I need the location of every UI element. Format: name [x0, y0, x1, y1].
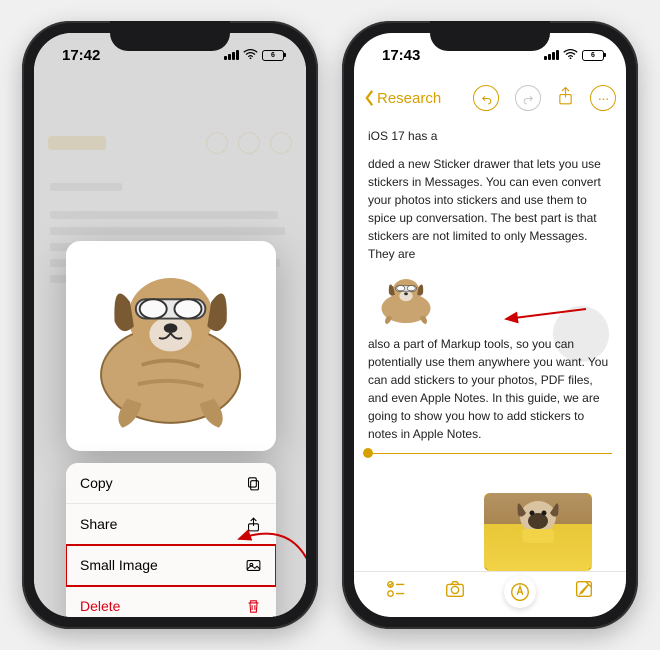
menu-label: Small Image [80, 557, 158, 573]
notch [430, 21, 550, 51]
menu-item-share[interactable]: Share [66, 504, 276, 545]
more-button[interactable]: ··· [590, 85, 616, 111]
battery-icon: 6 [262, 50, 284, 61]
nav-bar: Research ··· [354, 77, 626, 119]
note-line: iOS 17 has a [368, 127, 612, 145]
image-icon [244, 556, 262, 574]
text-cursor-line [368, 453, 612, 454]
cellular-icon [224, 50, 239, 60]
menu-label: Share [80, 516, 117, 532]
status-time: 17:42 [62, 47, 100, 64]
menu-item-delete[interactable]: Delete [66, 586, 276, 617]
menu-item-copy[interactable]: Copy [66, 463, 276, 504]
menu-item-small-image[interactable]: Small Image [66, 545, 276, 586]
status-indicators: 6 [224, 48, 284, 63]
back-button[interactable]: Research [364, 89, 441, 107]
phone-right: 17:43 6 Research [342, 21, 638, 629]
copy-icon [244, 474, 262, 492]
share-button[interactable] [557, 86, 574, 111]
note-content[interactable]: iOS 17 has a dded a new Sticker drawer t… [354, 119, 626, 571]
wifi-icon [243, 48, 258, 63]
menu-label: Delete [80, 598, 120, 614]
wifi-icon [563, 48, 578, 63]
status-time: 17:43 [382, 47, 420, 64]
battery-icon: 6 [582, 50, 604, 61]
menu-label: Copy [80, 475, 113, 491]
phone-left: 17:42 6 [22, 21, 318, 629]
redo-button[interactable] [515, 85, 541, 111]
screen-left: 17:42 6 [34, 33, 306, 617]
note-paragraph: dded a new Sticker drawer that lets you … [368, 155, 612, 263]
camera-button[interactable] [444, 578, 466, 605]
markup-button[interactable] [504, 576, 536, 608]
cellular-icon [544, 50, 559, 60]
compose-button[interactable] [573, 578, 595, 605]
undo-button[interactable] [473, 85, 499, 111]
context-menu: Copy Share Small Image Delete [66, 463, 276, 617]
image-preview-popup[interactable] [66, 241, 276, 451]
bulldog-photo [508, 497, 568, 543]
bottom-toolbar [354, 571, 626, 617]
notch [110, 21, 230, 51]
cursor-handle[interactable] [363, 448, 373, 458]
screen-right: 17:43 6 Research [354, 33, 626, 617]
share-icon [244, 515, 262, 533]
back-label: Research [377, 90, 441, 107]
status-indicators: 6 [544, 48, 604, 63]
dog-sticker-image [74, 249, 267, 442]
checklist-button[interactable] [385, 578, 407, 605]
selected-image-attachment[interactable] [484, 493, 592, 571]
inline-dog-sticker[interactable] [368, 273, 444, 325]
trash-icon [244, 597, 262, 615]
